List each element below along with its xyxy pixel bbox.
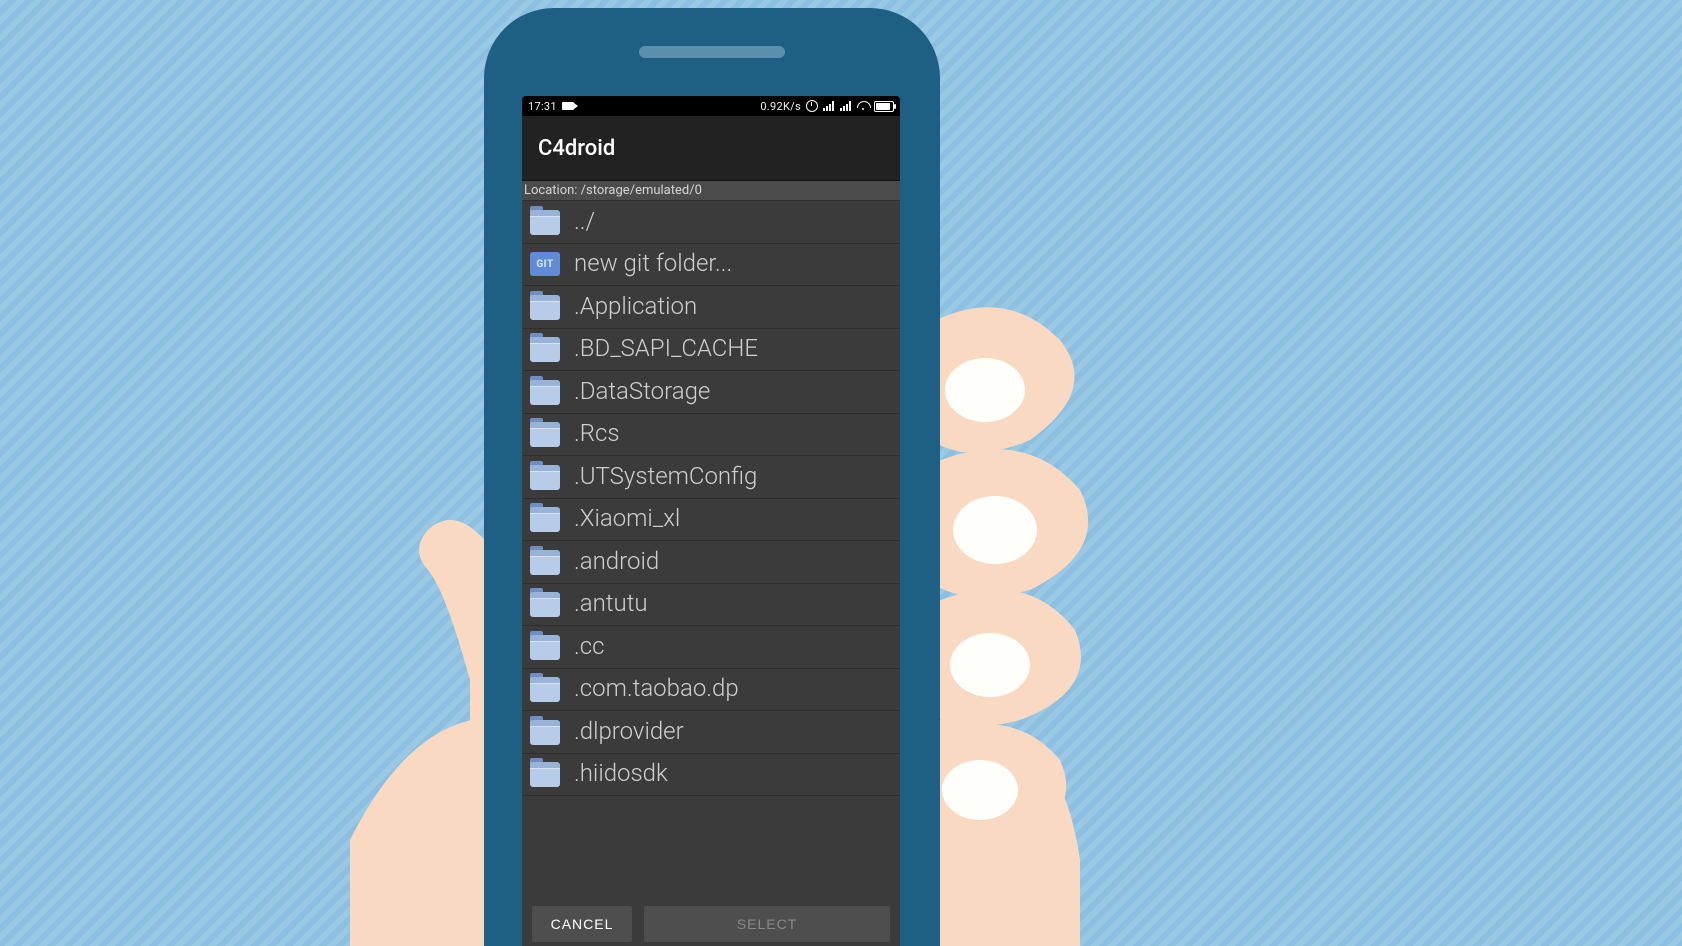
signal2-icon	[840, 101, 852, 111]
folder-icon	[530, 762, 560, 786]
list-item-label: .Application	[574, 292, 697, 320]
list-item-label: .dlprovider	[574, 717, 684, 745]
folder-icon	[530, 592, 560, 616]
app-title-bar: C4droid	[522, 116, 900, 181]
list-item[interactable]: .hiidosdk	[522, 754, 900, 797]
list-item-label: .hiidosdk	[574, 759, 668, 787]
folder-icon	[530, 295, 560, 319]
folder-icon	[530, 337, 560, 361]
list-item[interactable]: ../	[522, 201, 900, 244]
list-item[interactable]: .android	[522, 541, 900, 584]
list-item-label: .android	[574, 547, 659, 575]
signal-icon	[823, 101, 835, 111]
background: 17:31 0.92K/s C4droid Location: /storage…	[0, 0, 1682, 946]
list-item[interactable]: .com.taobao.dp	[522, 669, 900, 712]
list-item[interactable]: GIT new git folder...	[522, 244, 900, 287]
list-item-label: .Xiaomi_xl	[574, 504, 680, 532]
list-item[interactable]: .DataStorage	[522, 371, 900, 414]
folder-icon	[530, 465, 560, 489]
list-item-label: .com.taobao.dp	[574, 674, 739, 702]
recording-icon	[562, 102, 574, 110]
list-item-label: .antutu	[574, 589, 648, 617]
file-list[interactable]: ../ GIT new git folder... .Application .BD_S…	[522, 201, 900, 796]
list-item[interactable]: .dlprovider	[522, 711, 900, 754]
alarm-icon	[806, 100, 818, 112]
list-item[interactable]: .Application	[522, 286, 900, 329]
folder-icon	[530, 635, 560, 659]
list-item-label: ../	[574, 207, 595, 235]
app-title: C4droid	[538, 136, 615, 161]
folder-icon	[530, 507, 560, 531]
list-item-label: .BD_SAPI_CACHE	[574, 334, 758, 362]
folder-icon	[530, 677, 560, 701]
list-item-label: new git folder...	[574, 249, 732, 277]
battery-icon	[874, 101, 894, 112]
list-item-label: .Rcs	[574, 419, 620, 447]
folder-icon	[530, 210, 560, 234]
location-path: Location: /storage/emulated/0	[522, 181, 900, 201]
list-item-label: .DataStorage	[574, 377, 710, 405]
list-item-label: .cc	[574, 632, 605, 660]
phone-speaker	[639, 46, 785, 58]
dialog-buttons: CANCEL SELECT	[532, 906, 890, 946]
git-icon-label: GIT	[536, 259, 553, 270]
status-time: 17:31	[528, 100, 557, 113]
list-item[interactable]: .Rcs	[522, 414, 900, 457]
list-item[interactable]: .BD_SAPI_CACHE	[522, 329, 900, 372]
status-netspeed: 0.92K/s	[760, 100, 801, 113]
list-item[interactable]: .cc	[522, 626, 900, 669]
phone-body: 17:31 0.92K/s C4droid Location: /storage…	[484, 8, 940, 946]
list-item[interactable]: .Xiaomi_xl	[522, 499, 900, 542]
list-item[interactable]: .UTSystemConfig	[522, 456, 900, 499]
git-icon: GIT	[530, 252, 560, 276]
select-button[interactable]: SELECT	[644, 906, 890, 942]
phone-screen: 17:31 0.92K/s C4droid Location: /storage…	[522, 96, 900, 946]
folder-icon	[530, 380, 560, 404]
status-bar: 17:31 0.92K/s	[522, 96, 900, 116]
folder-icon	[530, 422, 560, 446]
folder-icon	[530, 720, 560, 744]
list-item-label: .UTSystemConfig	[574, 462, 757, 490]
list-item[interactable]: .antutu	[522, 584, 900, 627]
folder-icon	[530, 550, 560, 574]
wifi-icon	[857, 101, 869, 111]
cancel-button[interactable]: CANCEL	[532, 906, 632, 942]
